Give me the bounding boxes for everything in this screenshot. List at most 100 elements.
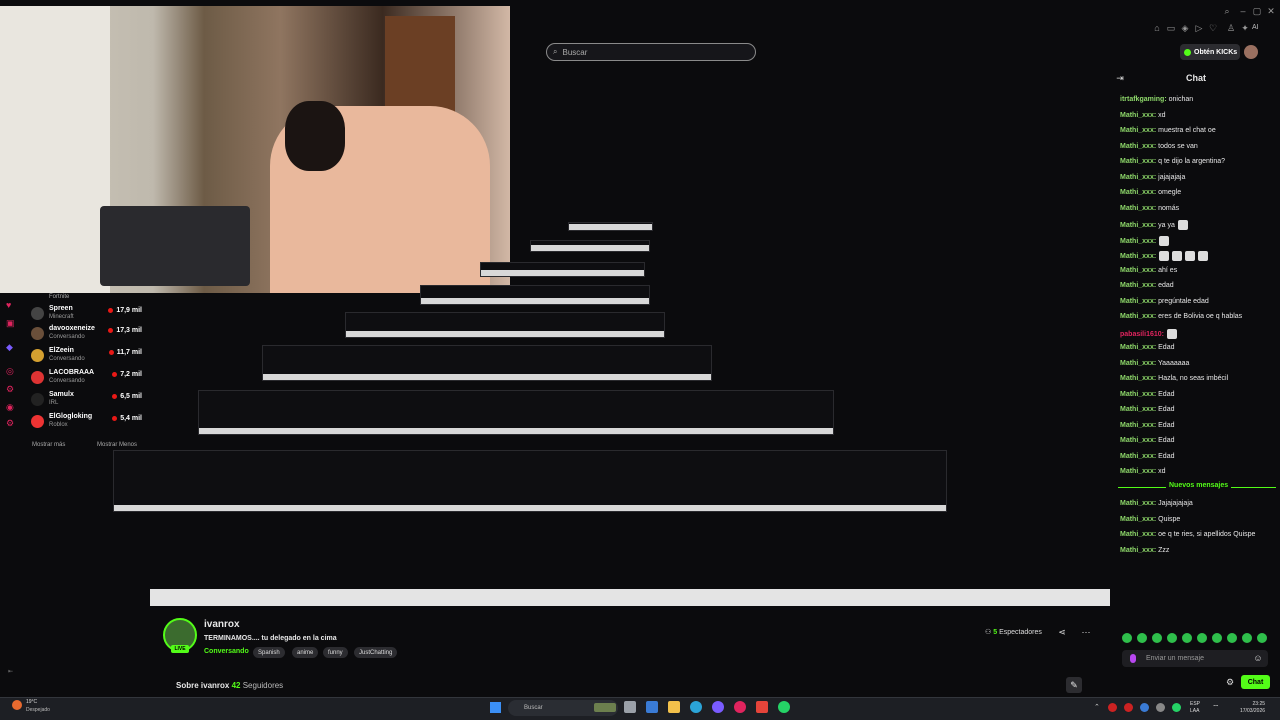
windows-start-icon[interactable] <box>490 702 501 713</box>
quick-emote-icon[interactable] <box>1182 633 1192 643</box>
folder-icon[interactable] <box>668 701 680 713</box>
sidebar-channel-item[interactable]: ElZeein Conversando 11,7 mil <box>28 347 146 365</box>
sidebar-channel-item[interactable]: LACOBRAAA Conversando 7,2 mil <box>28 369 146 387</box>
quick-emote-icon[interactable] <box>1257 633 1267 643</box>
chat-username[interactable]: Mathi_xxx: <box>1120 500 1156 507</box>
chat-input[interactable]: Enviar un mensaje <box>1122 650 1268 667</box>
show-more-link[interactable]: Mostrar más <box>32 442 65 448</box>
twitch-icon[interactable]: ◆ <box>6 342 17 353</box>
chat-username[interactable]: Mathi_xxx: <box>1120 391 1156 398</box>
tray-whatsapp-icon[interactable] <box>1172 703 1181 712</box>
task-view-icon[interactable] <box>624 701 636 713</box>
more-icon[interactable]: ⋯ <box>1081 627 1091 637</box>
whatsapp-icon[interactable] <box>778 701 790 713</box>
chat-username[interactable]: Mathi_xxx: <box>1120 189 1156 196</box>
play-icon[interactable]: ▷ <box>1194 23 1204 33</box>
shield-icon[interactable]: ◈ <box>1180 23 1190 33</box>
chat-username[interactable]: Mathi_xxx: <box>1120 112 1156 119</box>
search-icon[interactable]: ⌕ <box>1222 6 1232 16</box>
gear-icon[interactable]: ⚙ <box>6 418 17 429</box>
tray-app-icon[interactable] <box>1156 703 1165 712</box>
settings-icon[interactable]: ⚙ <box>6 384 17 395</box>
chat-username[interactable]: Mathi_xxx: <box>1120 127 1156 134</box>
chat-username[interactable]: Mathi_xxx: <box>1120 531 1156 538</box>
network-icon[interactable]: ⌔ <box>1212 703 1220 713</box>
heart-icon[interactable]: ♡ <box>1208 23 1218 33</box>
edge-icon[interactable] <box>690 701 702 713</box>
app-icon[interactable] <box>756 701 768 713</box>
get-kicks-button[interactable]: Obtén KICKs <box>1180 44 1240 60</box>
quick-emote-icon[interactable] <box>1122 633 1132 643</box>
close-icon[interactable]: ✕ <box>1266 6 1276 16</box>
search-input[interactable]: ⌕ Buscar <box>546 43 756 61</box>
streamer-name[interactable]: ivanrox <box>204 619 240 630</box>
quick-emote-icon[interactable] <box>1227 633 1237 643</box>
quick-emote-icon[interactable] <box>1167 633 1177 643</box>
chat-username[interactable]: Mathi_xxx: <box>1120 205 1156 212</box>
chat-username[interactable]: Mathi_xxx: <box>1120 437 1156 444</box>
chat-username[interactable]: Mathi_xxx: <box>1120 344 1156 351</box>
ai-label[interactable]: AI <box>1252 24 1259 31</box>
chat-username[interactable]: pabasili1610: <box>1120 330 1164 337</box>
clock[interactable]: 23:25 17/03/2026 <box>1240 701 1265 715</box>
chat-username[interactable]: Mathi_xxx: <box>1120 375 1156 382</box>
maximize-icon[interactable]: ▢ <box>1252 6 1262 16</box>
chat-username[interactable]: Mathi_xxx: <box>1120 313 1156 320</box>
opera-icon[interactable] <box>734 701 746 713</box>
chat-username[interactable]: Mathi_xxx: <box>1120 453 1156 460</box>
chat-username[interactable]: Mathi_xxx: <box>1120 516 1156 523</box>
chat-username[interactable]: Mathi_xxx: <box>1120 422 1156 429</box>
browse-icon[interactable]: ▣ <box>6 318 17 329</box>
profile-icon[interactable]: ♙ <box>1226 23 1236 33</box>
chat-username[interactable]: Mathi_xxx: <box>1120 174 1156 181</box>
stream-tag[interactable]: funny <box>323 647 348 658</box>
chat-settings-icon[interactable]: ⚙ <box>1225 677 1235 687</box>
quick-emote-icon[interactable] <box>1197 633 1207 643</box>
sidebar-channel-item[interactable]: davooxeneize Conversando 17,3 mil <box>28 325 146 343</box>
extension-icon[interactable]: ✦ <box>1240 23 1250 33</box>
chat-username[interactable]: Mathi_xxx: <box>1120 468 1156 475</box>
discord-icon[interactable] <box>712 701 724 713</box>
sidebar-channel-item[interactable]: Samulx IRL 6,5 mil <box>28 391 146 409</box>
store-icon[interactable] <box>646 701 658 713</box>
chat-username[interactable]: Mathi_xxx: <box>1120 237 1156 244</box>
quick-emote-icon[interactable] <box>1152 633 1162 643</box>
chat-username[interactable]: Mathi_xxx: <box>1120 282 1156 289</box>
mic-icon[interactable] <box>1130 654 1136 663</box>
quick-emote-icon[interactable] <box>1242 633 1252 643</box>
tray-mic-icon[interactable] <box>1108 703 1117 712</box>
tray-chevron-icon[interactable]: ⌃ <box>1094 703 1100 711</box>
chat-username[interactable]: Mathi_xxx: <box>1120 406 1156 413</box>
quick-emote-icon[interactable] <box>1212 633 1222 643</box>
chat-username[interactable]: Mathi_xxx: <box>1120 360 1156 367</box>
sidebar-channel-item[interactable]: ElGlogloking Roblox 5,4 mil <box>28 413 146 431</box>
quick-emote-icon[interactable] <box>1137 633 1147 643</box>
tray-bluetooth-icon[interactable] <box>1140 703 1149 712</box>
language-indicator[interactable]: ESP LAA <box>1190 701 1200 715</box>
stream-category[interactable]: Conversando <box>204 648 249 655</box>
chat-username[interactable]: Mathi_xxx: <box>1120 547 1156 554</box>
collapse-chat-icon[interactable]: ⇥ <box>1115 73 1125 83</box>
chat-username[interactable]: Mathi_xxx: <box>1120 267 1156 274</box>
chat-username[interactable]: Mathi_xxx: <box>1120 158 1156 165</box>
minimize-icon[interactable]: – <box>1238 6 1248 16</box>
weather-icon[interactable] <box>12 700 22 710</box>
edit-button[interactable]: ✎ <box>1066 677 1082 693</box>
share-icon[interactable]: ⋖ <box>1057 627 1067 637</box>
send-chat-button[interactable]: Chat <box>1241 675 1270 689</box>
pin-icon[interactable]: ⌂ <box>1152 23 1162 33</box>
chat-username[interactable]: Mathi_xxx: <box>1120 253 1156 260</box>
stream-tag[interactable]: Spanish <box>253 647 285 658</box>
chat-username[interactable]: Mathi_xxx: <box>1120 222 1156 229</box>
following-icon[interactable]: ♥ <box>6 300 17 311</box>
emoji-icon[interactable]: ☺ <box>1253 653 1263 663</box>
chat-username[interactable]: Mathi_xxx: <box>1120 143 1156 150</box>
sidebar-channel-item[interactable]: Spreen Minecraft 17,9 mil <box>28 305 146 323</box>
tab-icon[interactable]: ▭ <box>1166 23 1176 33</box>
show-less-link[interactable]: Mostrar Menos <box>97 442 137 448</box>
circle-icon[interactable]: ◉ <box>6 402 17 413</box>
stream-tag[interactable]: anime <box>292 647 319 658</box>
record-icon[interactable]: ◎ <box>6 366 17 377</box>
chat-username[interactable]: itrtafkgaming: <box>1120 96 1167 103</box>
avatar[interactable] <box>1244 45 1258 59</box>
